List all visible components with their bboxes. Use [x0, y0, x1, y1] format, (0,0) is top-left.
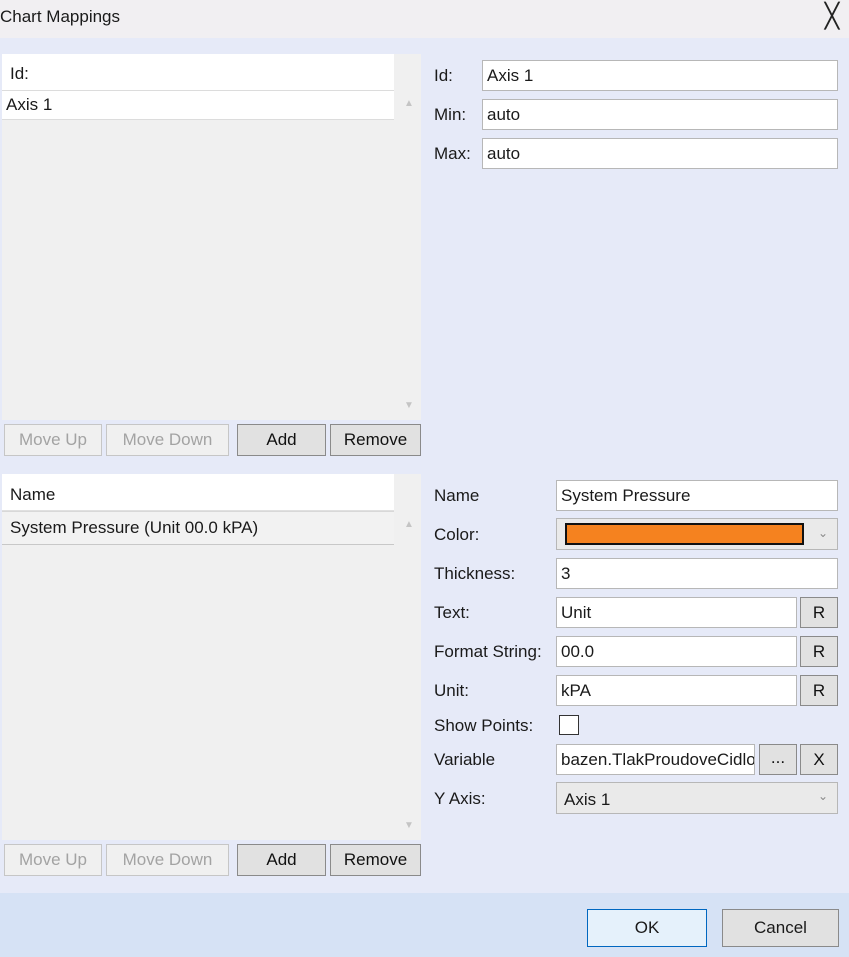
y-axis-dropdown[interactable]: Axis 1 ⌄ — [556, 782, 838, 814]
axes-list-header-label: Id: — [10, 64, 29, 83]
format-reset-button[interactable]: R — [800, 636, 838, 667]
color-swatch — [565, 523, 804, 545]
show-points-checkbox[interactable] — [559, 715, 579, 735]
series-remove-button[interactable]: Remove — [330, 844, 421, 876]
scroll-down-icon[interactable]: ▼ — [402, 820, 416, 831]
color-dropdown[interactable]: ⌄ — [556, 518, 838, 550]
variable-label: Variable — [434, 750, 496, 769]
text-reset-button[interactable]: R — [800, 597, 838, 628]
window-title: Chart Mappings — [0, 7, 121, 26]
scroll-up-icon[interactable]: ▲ — [402, 519, 416, 530]
series-move-down-button[interactable]: Move Down — [106, 844, 229, 876]
format-string-label: Format String: — [434, 642, 542, 661]
chevron-down-icon: ⌄ — [818, 789, 829, 803]
axis-id-field[interactable]: Axis 1 — [482, 60, 838, 91]
y-axis-label: Y Axis: — [434, 789, 486, 808]
list-item-label: Axis 1 — [6, 95, 53, 114]
list-item-label: System Pressure (Unit 00.0 kPA) — [10, 518, 259, 537]
text-label: Text: — [434, 603, 470, 622]
thickness-field[interactable]: 3 — [556, 558, 838, 589]
chevron-down-icon: ⌄ — [818, 526, 829, 540]
title-bar — [0, 0, 849, 38]
variable-clear-button[interactable]: X — [800, 744, 838, 775]
scroll-up-icon[interactable]: ▲ — [402, 98, 416, 109]
axis-max-field[interactable]: auto — [482, 138, 838, 169]
list-item[interactable]: System Pressure (Unit 00.0 kPA) — [2, 511, 394, 545]
axis-min-label: Min: — [434, 105, 467, 124]
variable-field[interactable]: bazen.TlakProudoveCidlo — [556, 744, 755, 775]
unit-field[interactable]: kPA — [556, 675, 797, 706]
axes-move-down-button[interactable]: Move Down — [106, 424, 229, 456]
color-label: Color: — [434, 525, 480, 544]
unit-label: Unit: — [434, 681, 469, 700]
axis-min-field[interactable]: auto — [482, 99, 838, 130]
series-list-header: Name — [2, 474, 394, 511]
variable-browse-button[interactable]: ... — [759, 744, 797, 775]
axes-move-up-button[interactable]: Move Up — [4, 424, 102, 456]
scroll-down-icon[interactable]: ▼ — [402, 400, 416, 411]
ok-button[interactable]: OK — [587, 909, 707, 947]
text-field[interactable]: Unit — [556, 597, 797, 628]
axes-add-button[interactable]: Add — [237, 424, 326, 456]
close-icon[interactable]: ╳ — [820, 4, 844, 30]
axis-max-label: Max: — [434, 144, 471, 163]
list-item[interactable]: Axis 1 — [2, 90, 394, 120]
unit-reset-button[interactable]: R — [800, 675, 838, 706]
thickness-label: Thickness: — [434, 564, 516, 583]
series-move-up-button[interactable]: Move Up — [4, 844, 102, 876]
series-name-label: Name — [434, 486, 480, 505]
axes-remove-button[interactable]: Remove — [330, 424, 421, 456]
series-list-header-label: Name — [10, 485, 56, 504]
y-axis-selected: Axis 1 — [564, 790, 611, 809]
series-name-field[interactable]: System Pressure — [556, 480, 838, 511]
series-add-button[interactable]: Add — [237, 844, 326, 876]
cancel-button[interactable]: Cancel — [722, 909, 839, 947]
axis-id-label: Id: — [434, 66, 453, 85]
format-string-field[interactable]: 00.0 — [556, 636, 797, 667]
show-points-label: Show Points: — [434, 716, 534, 735]
axes-list-header: Id: — [2, 54, 394, 91]
